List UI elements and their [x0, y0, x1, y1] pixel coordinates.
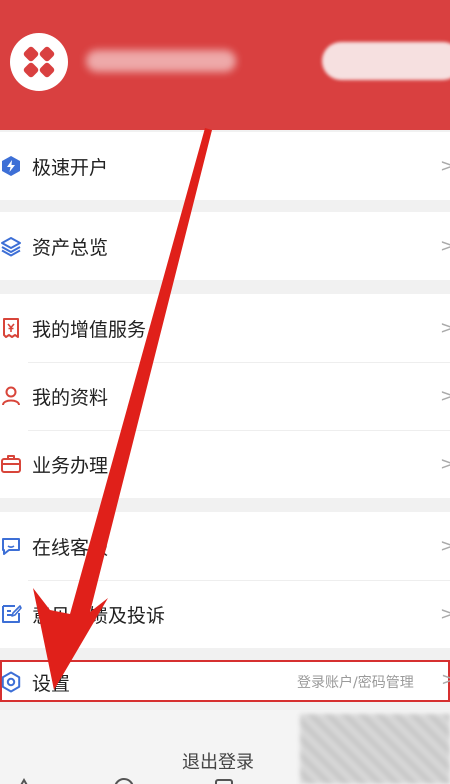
tab-bar-icon[interactable] [112, 774, 136, 784]
menu-item-quick-open-account[interactable]: 极速开户 > [0, 132, 450, 200]
chevron-right-icon: > [440, 535, 450, 557]
menu-group-3: 我的增值服务 > 我的资料 > 业务办理 > [0, 294, 450, 498]
menu-group-2: 资产总览 > [0, 212, 450, 280]
blurred-region [300, 714, 450, 784]
tab-bar-icon[interactable] [212, 774, 236, 784]
menu-item-asset-overview[interactable]: 资产总览 > [0, 212, 450, 280]
logout-area: 退出登录 [0, 710, 450, 784]
menu-item-feedback-complaints[interactable]: 意见反馈及投诉 > [0, 580, 450, 648]
yen-receipt-icon [0, 317, 22, 339]
chevron-right-icon: > [440, 235, 450, 257]
menu-item-label: 业务办理 [32, 454, 109, 477]
menu-item-label: 我的增值服务 [32, 318, 147, 341]
chevron-right-icon: > [440, 603, 450, 625]
settings-label: 设置 [32, 673, 71, 695]
menu-group-1: 极速开户 > [0, 132, 450, 200]
layers-icon [0, 235, 22, 257]
chat-icon [0, 535, 22, 557]
menu-item-online-service[interactable]: 在线客服 > [0, 512, 450, 580]
menu-item-label: 在线客服 [32, 536, 109, 559]
menu-item-my-profile[interactable]: 我的资料 > [0, 362, 450, 430]
menu-item-label: 资产总览 [32, 236, 109, 259]
chevron-right-icon: > [440, 453, 450, 475]
chevron-right-icon: > [440, 317, 450, 339]
gear-icon [0, 671, 22, 693]
menu-item-label: 我的资料 [32, 386, 109, 409]
profile-header [0, 0, 450, 130]
user-name[interactable] [86, 50, 236, 72]
menu-item-settings[interactable]: 设置 登录账户/密码管理 > [0, 660, 450, 702]
briefcase-icon [0, 453, 22, 475]
menu-item-label: 意见反馈及投诉 [32, 604, 166, 627]
lightning-icon [0, 155, 22, 177]
header-pill-button[interactable] [322, 42, 450, 80]
feedback-icon [0, 603, 22, 625]
settings-subtitle: 登录账户/密码管理 [297, 675, 414, 691]
tab-bar-icon[interactable] [12, 774, 36, 784]
chevron-right-icon: > [440, 155, 450, 177]
brand-logo-icon [10, 33, 68, 91]
menu-item-label: 极速开户 [32, 156, 109, 179]
chevron-right-icon: > [440, 385, 450, 407]
menu-item-value-added-services[interactable]: 我的增值服务 > [0, 294, 450, 362]
chevron-right-icon: > [441, 669, 450, 690]
menu-item-business-handling[interactable]: 业务办理 > [0, 430, 450, 498]
user-icon [0, 385, 22, 407]
logout-button[interactable]: 退出登录 [182, 748, 254, 774]
menu-group-4: 在线客服 > 意见反馈及投诉 > [0, 512, 450, 648]
